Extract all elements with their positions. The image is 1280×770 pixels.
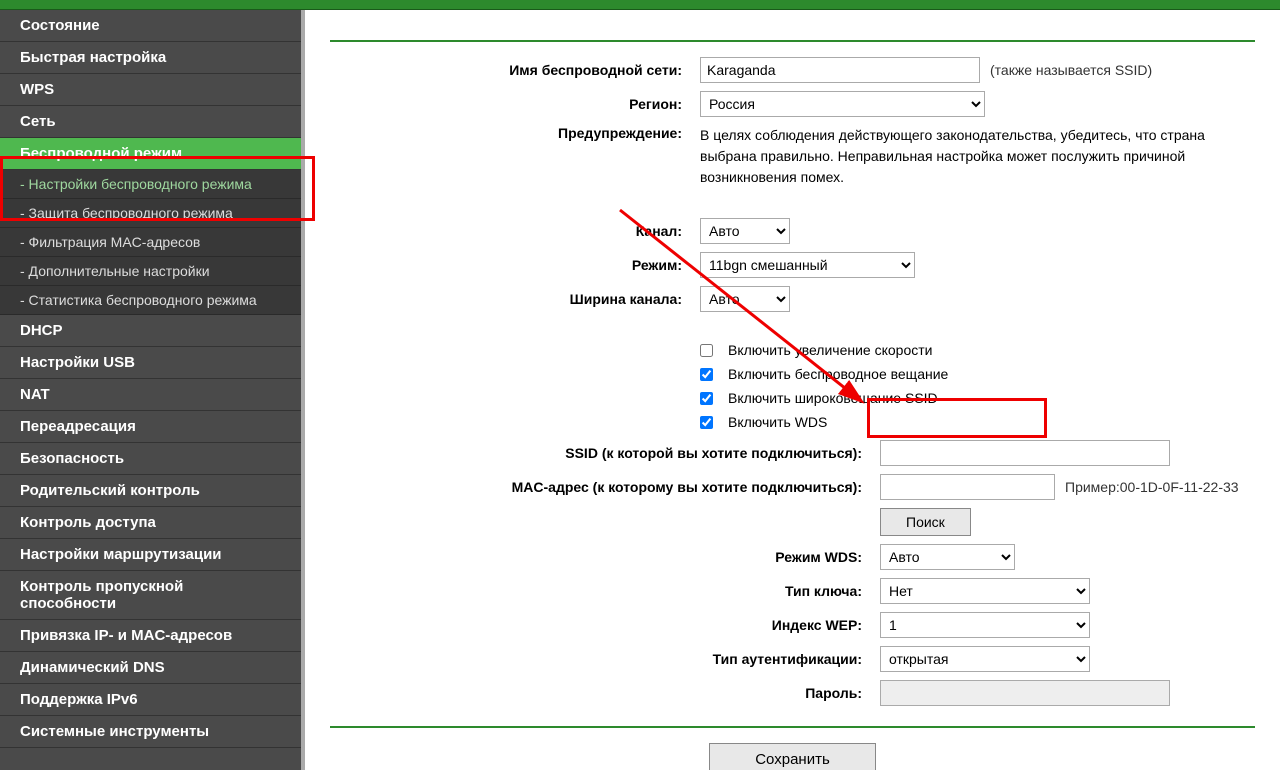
channel-label: Канал: [330, 223, 700, 239]
wds-mode-select[interactable]: Авто [880, 544, 1015, 570]
sidebar-item[interactable]: Безопасность [0, 443, 301, 475]
sidebar-item[interactable]: Настройки маршрутизации [0, 539, 301, 571]
sidebar-item[interactable]: Контроль доступа [0, 507, 301, 539]
main-container: СостояниеБыстрая настройкаWPSСетьБеспров… [0, 10, 1280, 770]
sidebar-item[interactable]: Беспроводной режим [0, 138, 301, 170]
wireless-broadcast-checkbox[interactable] [700, 368, 713, 381]
ssid-broadcast-checkbox[interactable] [700, 392, 713, 405]
sidebar-item[interactable]: WPS [0, 74, 301, 106]
region-label: Регион: [330, 96, 700, 112]
sidebar-item[interactable]: Динамический DNS [0, 652, 301, 684]
password-input[interactable] [880, 680, 1170, 706]
width-label: Ширина канала: [330, 291, 700, 307]
width-select[interactable]: Авто [700, 286, 790, 312]
sidebar-item[interactable]: Настройки USB [0, 347, 301, 379]
region-select[interactable]: Россия [700, 91, 985, 117]
sidebar-item[interactable]: Сеть [0, 106, 301, 138]
sidebar-item[interactable]: Контроль пропускной способности [0, 571, 301, 620]
sidebar-subitem[interactable]: - Настройки беспроводного режима [0, 170, 301, 199]
target-mac-input[interactable] [880, 474, 1055, 500]
target-ssid-input[interactable] [880, 440, 1170, 466]
sidebar-item[interactable]: DHCP [0, 315, 301, 347]
key-type-label: Тип ключа: [330, 583, 880, 599]
key-type-select[interactable]: Нет [880, 578, 1090, 604]
speed-boost-checkbox[interactable] [700, 344, 713, 357]
save-button[interactable]: Сохранить [709, 743, 876, 770]
wep-index-label: Индекс WEP: [330, 617, 880, 633]
wireless-broadcast-label: Включить беспроводное вещание [728, 366, 948, 382]
content-panel: Имя беспроводной сети: (также называется… [305, 10, 1280, 770]
sidebar-item[interactable]: Системные инструменты [0, 716, 301, 748]
sidebar-subitem[interactable]: - Дополнительные настройки [0, 257, 301, 286]
sidebar-subitem[interactable]: - Защита беспроводного режима [0, 199, 301, 228]
speed-boost-label: Включить увеличение скорости [728, 342, 932, 358]
wep-index-select[interactable]: 1 [880, 612, 1090, 638]
warning-label: Предупреждение: [330, 125, 700, 141]
wds-checkbox[interactable] [700, 416, 713, 429]
target-ssid-label: SSID (к которой вы хотите подключиться): [330, 445, 880, 461]
wds-label: Включить WDS [728, 414, 827, 430]
ssid-input[interactable] [700, 57, 980, 83]
search-button[interactable]: Поиск [880, 508, 971, 536]
auth-type-select[interactable]: открытая [880, 646, 1090, 672]
mode-label: Режим: [330, 257, 700, 273]
top-header-bar [0, 0, 1280, 10]
sidebar-subitem[interactable]: - Статистика беспроводного режима [0, 286, 301, 315]
target-mac-label: MAC-адрес (к которому вы хотите подключи… [330, 479, 880, 495]
mac-example: Пример:00-1D-0F-11-22-33 [1065, 479, 1239, 495]
wds-mode-label: Режим WDS: [330, 549, 880, 565]
password-label: Пароль: [330, 685, 880, 701]
ssid-note: (также называется SSID) [990, 62, 1152, 78]
warning-text: В целях соблюдения действующего законода… [700, 125, 1255, 188]
auth-type-label: Тип аутентификации: [330, 651, 880, 667]
ssid-label: Имя беспроводной сети: [330, 62, 700, 78]
sidebar-item[interactable]: NAT [0, 379, 301, 411]
sidebar-item[interactable]: Привязка IP- и MAC-адресов [0, 620, 301, 652]
sidebar-item[interactable]: Быстрая настройка [0, 42, 301, 74]
ssid-broadcast-label: Включить широковещание SSID [728, 390, 938, 406]
sidebar-item[interactable]: Родительский контроль [0, 475, 301, 507]
sidebar-item[interactable]: Состояние [0, 10, 301, 42]
mode-select[interactable]: 11bgn смешанный [700, 252, 915, 278]
sidebar-subitem[interactable]: - Фильтрация MAC-адресов [0, 228, 301, 257]
channel-select[interactable]: Авто [700, 218, 790, 244]
sidebar-item[interactable]: Поддержка IPv6 [0, 684, 301, 716]
sidebar-nav: СостояниеБыстрая настройкаWPSСетьБеспров… [0, 10, 305, 770]
sidebar-item[interactable]: Переадресация [0, 411, 301, 443]
